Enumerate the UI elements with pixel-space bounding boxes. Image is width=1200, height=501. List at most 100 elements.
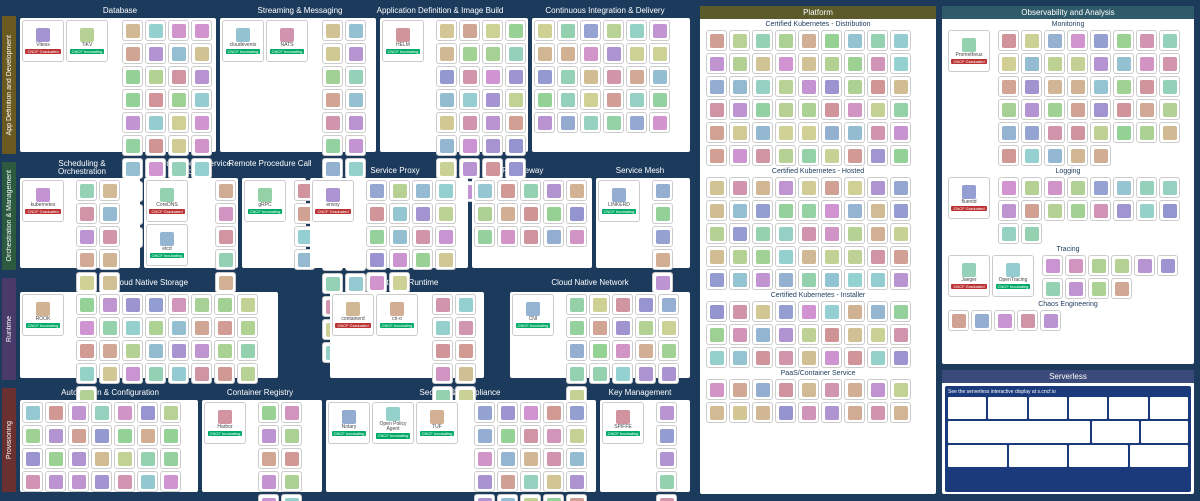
logo-tile[interactable] xyxy=(345,135,366,156)
logo-tile[interactable] xyxy=(91,471,112,492)
logo-tile[interactable] xyxy=(99,226,120,247)
logo-tile[interactable] xyxy=(322,89,343,110)
logo-tile[interactable] xyxy=(137,448,158,469)
logo-tile[interactable] xyxy=(1090,145,1111,166)
logo-tile[interactable] xyxy=(482,66,503,87)
logo-tile[interactable] xyxy=(435,203,456,224)
logo-tile[interactable] xyxy=(237,294,258,315)
logo-tile[interactable] xyxy=(191,43,212,64)
logo-tile[interactable] xyxy=(91,448,112,469)
logo-tile[interactable] xyxy=(729,30,750,51)
logo-tile[interactable] xyxy=(652,249,673,270)
logo-tile[interactable] xyxy=(752,145,773,166)
logo-tile[interactable] xyxy=(412,203,433,224)
logo-tile[interactable] xyxy=(114,448,135,469)
logo-tile[interactable] xyxy=(520,494,541,501)
logo-tile[interactable] xyxy=(122,158,143,179)
logo-linkerd[interactable]: LINKERDCNCF Incubating xyxy=(598,180,640,222)
logo-tile[interactable] xyxy=(752,122,773,143)
logo-opentracing[interactable]: OpenTracingCNCF Incubating xyxy=(992,255,1034,297)
logo-tile[interactable] xyxy=(122,89,143,110)
logo-tile[interactable] xyxy=(168,20,189,41)
logo-tile[interactable] xyxy=(752,99,773,120)
logo-tile[interactable] xyxy=(752,347,773,368)
logo-tile[interactable] xyxy=(435,180,456,201)
logo-tile[interactable] xyxy=(1065,278,1086,299)
logo-tile[interactable] xyxy=(122,43,143,64)
logo-tile[interactable] xyxy=(998,145,1019,166)
logo-tile[interactable] xyxy=(1113,200,1134,221)
logo-tile[interactable] xyxy=(752,30,773,51)
logo-tile[interactable] xyxy=(844,379,865,400)
logo-tile[interactable] xyxy=(281,494,302,501)
logo-tile[interactable] xyxy=(867,269,888,290)
logo-tile[interactable] xyxy=(1136,99,1157,120)
logo-tile[interactable] xyxy=(580,89,601,110)
logo-tile[interactable] xyxy=(612,294,633,315)
logo-tile[interactable] xyxy=(214,363,235,384)
logo-tile[interactable] xyxy=(474,448,495,469)
logo-tile[interactable] xyxy=(580,20,601,41)
logo-tile[interactable] xyxy=(890,122,911,143)
logo-tile[interactable] xyxy=(821,246,842,267)
logo-tile[interactable] xyxy=(497,425,518,446)
logo-spiffe[interactable]: SPIFFECNCF Incubating xyxy=(602,402,644,444)
logo-tile[interactable] xyxy=(566,226,587,247)
logo-tile[interactable] xyxy=(1136,53,1157,74)
logo-tile[interactable] xyxy=(775,53,796,74)
logo-tile[interactable] xyxy=(1067,53,1088,74)
logo-tile[interactable] xyxy=(45,448,66,469)
logo-tile[interactable] xyxy=(191,158,212,179)
logo-tile[interactable] xyxy=(589,340,610,361)
logo-tile[interactable] xyxy=(281,402,302,423)
logo-tile[interactable] xyxy=(706,145,727,166)
logo-tile[interactable] xyxy=(145,363,166,384)
logo-kubernetes[interactable]: kubernetesCNCF Graduated xyxy=(22,180,64,222)
logo-tile[interactable] xyxy=(99,294,120,315)
logo-tile[interactable] xyxy=(76,294,97,315)
logo-tile[interactable] xyxy=(543,471,564,492)
logo-tile[interactable] xyxy=(455,294,476,315)
logo-tile[interactable] xyxy=(729,223,750,244)
logo-tile[interactable] xyxy=(706,379,727,400)
logo-tile[interactable] xyxy=(658,317,679,338)
logo-tile[interactable] xyxy=(729,145,750,166)
logo-tile[interactable] xyxy=(168,89,189,110)
logo-tile[interactable] xyxy=(520,471,541,492)
logo-tile[interactable] xyxy=(821,145,842,166)
logo-tile[interactable] xyxy=(658,294,679,315)
logo-tile[interactable] xyxy=(775,379,796,400)
logo-tile[interactable] xyxy=(76,226,97,247)
logo-tile[interactable] xyxy=(998,122,1019,143)
logo-tile[interactable] xyxy=(729,347,750,368)
logo-tile[interactable] xyxy=(160,425,181,446)
logo-tile[interactable] xyxy=(635,363,656,384)
logo-tile[interactable] xyxy=(566,494,587,501)
logo-tile[interactable] xyxy=(867,145,888,166)
logo-tile[interactable] xyxy=(520,226,541,247)
logo-tile[interactable] xyxy=(844,301,865,322)
logo-tile[interactable] xyxy=(867,200,888,221)
logo-tile[interactable] xyxy=(145,66,166,87)
logo-tile[interactable] xyxy=(237,363,258,384)
logo-tile[interactable] xyxy=(543,448,564,469)
logo-tile[interactable] xyxy=(603,112,624,133)
logo-tile[interactable] xyxy=(729,76,750,97)
logo-tile[interactable] xyxy=(890,223,911,244)
logo-tile[interactable] xyxy=(412,226,433,247)
logo-tile[interactable] xyxy=(322,43,343,64)
logo-tile[interactable] xyxy=(366,226,387,247)
logo-tile[interactable] xyxy=(1021,99,1042,120)
logo-tile[interactable] xyxy=(76,249,97,270)
logo-tile[interactable] xyxy=(1134,255,1155,276)
logo-tile[interactable] xyxy=(626,43,647,64)
logo-tile[interactable] xyxy=(215,272,236,293)
logo-tile[interactable] xyxy=(366,249,387,270)
logo-tile[interactable] xyxy=(706,76,727,97)
logo-tile[interactable] xyxy=(656,494,677,501)
logo-open-policy-agent[interactable]: Open Policy AgentCNCF Incubating xyxy=(372,402,414,444)
logo-tile[interactable] xyxy=(821,200,842,221)
logo-tile[interactable] xyxy=(890,301,911,322)
logo-tile[interactable] xyxy=(145,294,166,315)
logo-tile[interactable] xyxy=(729,379,750,400)
